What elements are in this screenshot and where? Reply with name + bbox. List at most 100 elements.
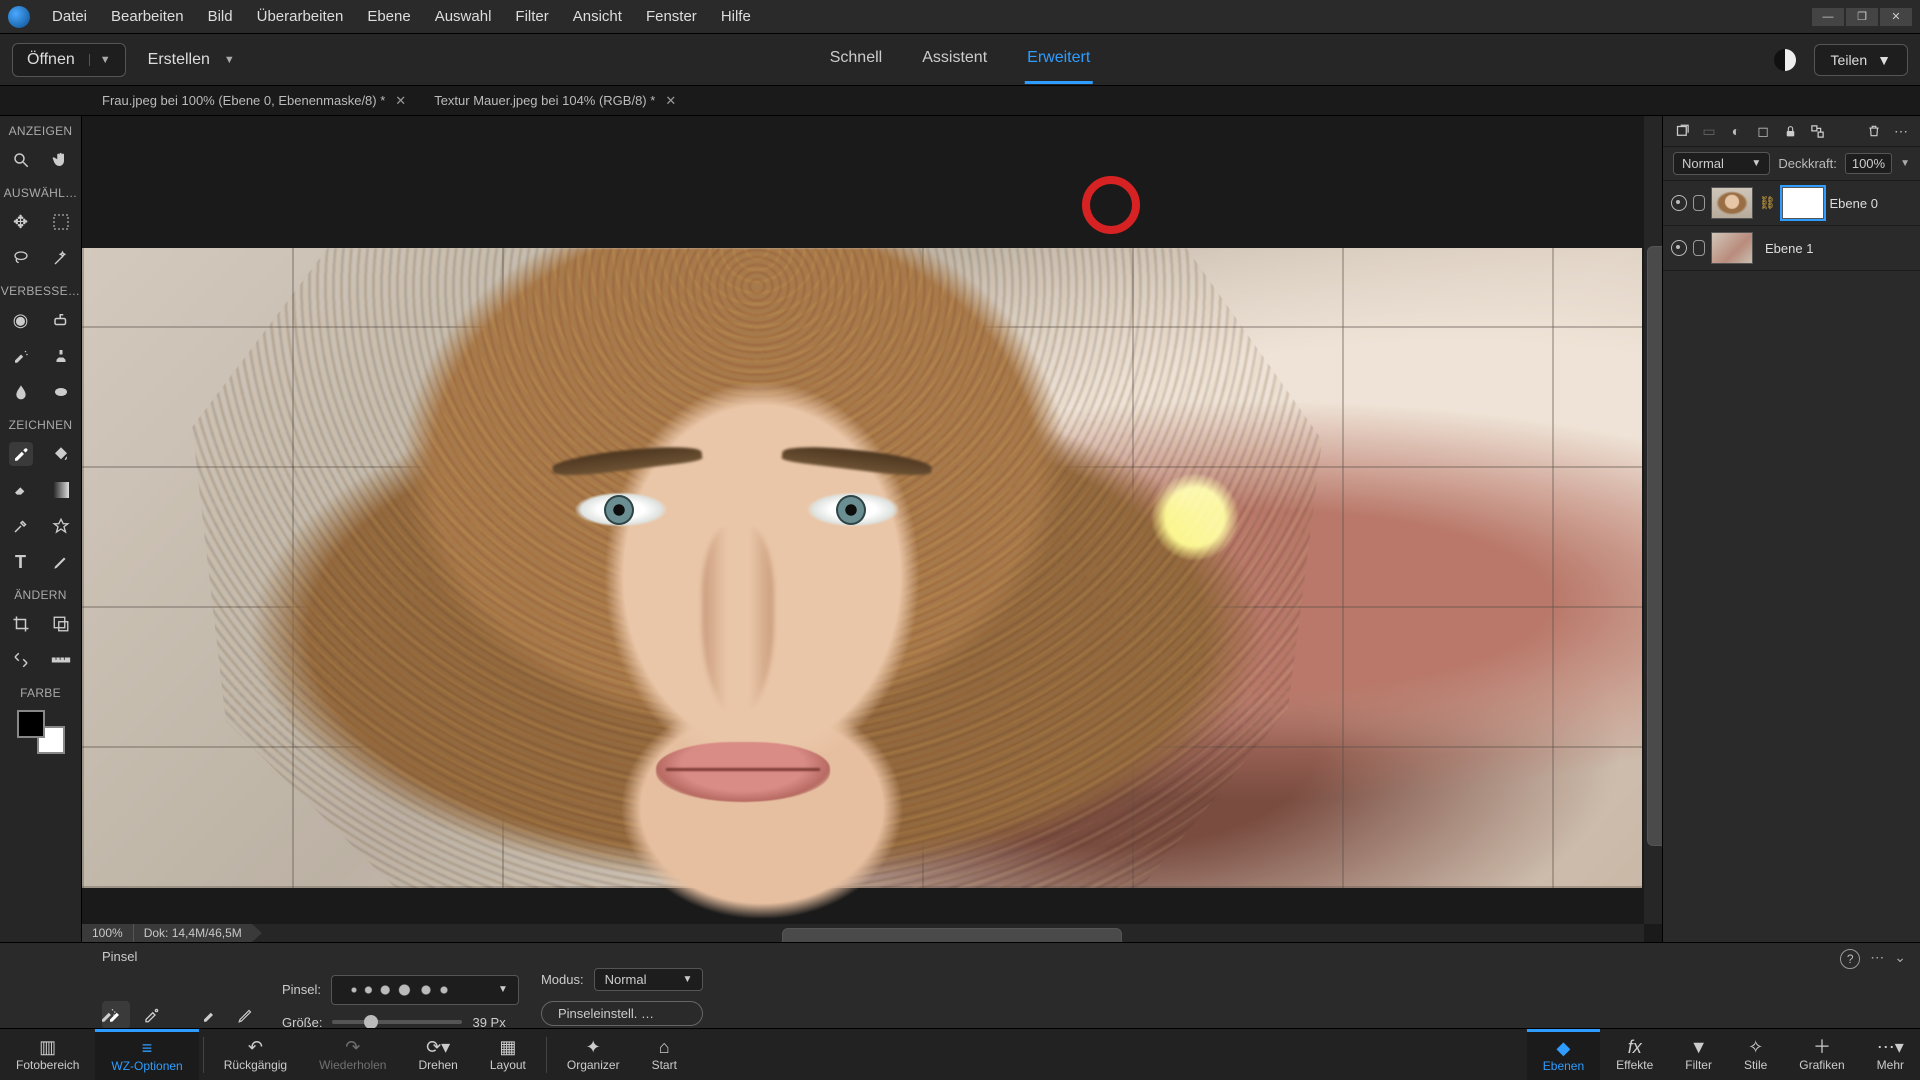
magic-wand-tool-icon[interactable] — [49, 246, 73, 270]
collapse-icon[interactable]: ⌄ — [1894, 949, 1906, 969]
brush-mode-select[interactable]: Normal▼ — [594, 968, 704, 991]
menu-ueberarbeiten[interactable]: Überarbeiten — [247, 4, 354, 29]
tab-quick[interactable]: Schnell — [828, 35, 884, 84]
filter-panel-button[interactable]: ▼Filter — [1669, 1029, 1728, 1080]
crop-tool-icon[interactable] — [9, 612, 33, 636]
mask-link-icon[interactable]: ⛓ — [1759, 195, 1776, 211]
paint-bucket-tool-icon[interactable] — [49, 442, 73, 466]
horizontal-scrollbar[interactable]: 100% Dok: 14,4M/46,5M — [82, 924, 1644, 942]
window-close-button[interactable]: ✕ — [1880, 8, 1912, 26]
window-maximize-button[interactable]: ❐ — [1846, 8, 1878, 26]
share-button[interactable]: Teilen ▼ — [1814, 44, 1908, 76]
content-aware-move-tool-icon[interactable] — [9, 648, 33, 672]
pencil-variant-icon[interactable] — [232, 1001, 260, 1029]
document-tab[interactable]: Textur Mauer.jpeg bei 104% (RGB/8) * ✕ — [420, 86, 690, 115]
menu-ansicht[interactable]: Ansicht — [563, 4, 632, 29]
start-button[interactable]: ⌂Start — [636, 1029, 693, 1080]
menu-hilfe[interactable]: Hilfe — [711, 4, 761, 29]
eyedropper-tool-icon[interactable] — [9, 514, 33, 538]
color-swatch[interactable] — [17, 710, 65, 754]
close-icon[interactable]: ✕ — [665, 93, 676, 109]
vertical-scrollbar[interactable] — [1644, 116, 1662, 924]
layer-thumbnail[interactable] — [1711, 232, 1753, 264]
pencil-tool-icon[interactable] — [49, 550, 73, 574]
menu-bearbeiten[interactable]: Bearbeiten — [101, 4, 194, 29]
slider-knob[interactable] — [364, 1015, 378, 1029]
color-replace-brush-icon[interactable] — [196, 1001, 224, 1029]
layer-group-icon[interactable]: ▭ — [1700, 122, 1718, 140]
smart-brush-tool-icon[interactable] — [9, 344, 33, 368]
sponge-tool-icon[interactable] — [49, 380, 73, 404]
organizer-button[interactable]: ✦Organizer — [551, 1029, 636, 1080]
panel-menu-icon[interactable]: ⋯ — [1892, 122, 1910, 140]
layer-link-icon[interactable] — [1693, 240, 1705, 256]
new-layer-icon[interactable] — [1673, 122, 1691, 140]
effects-panel-button[interactable]: fxEffekte — [1600, 1029, 1669, 1080]
chevron-down-icon[interactable]: ▼ — [89, 54, 111, 66]
lasso-tool-icon[interactable] — [9, 246, 33, 270]
layer-row[interactable]: ⛓ Ebene 0 — [1663, 181, 1920, 226]
rotate-button[interactable]: ⟳▾Drehen — [402, 1029, 473, 1080]
layer-thumbnail[interactable] — [1711, 187, 1753, 219]
brush-settings-button[interactable]: Pinseleinstell. … — [541, 1001, 703, 1026]
theme-toggle-icon[interactable] — [1774, 49, 1796, 71]
spot-heal-tool-icon[interactable] — [49, 308, 73, 332]
clone-stamp-tool-icon[interactable] — [49, 344, 73, 368]
layer-visibility-icon[interactable] — [1671, 240, 1687, 256]
more-panels-button[interactable]: ⋯▾Mehr — [1861, 1029, 1920, 1080]
straighten-tool-icon[interactable] — [49, 648, 73, 672]
layer-row[interactable]: Ebene 1 — [1663, 226, 1920, 271]
photobin-button[interactable]: ▥Fotobereich — [0, 1029, 95, 1080]
chevron-down-icon[interactable]: ▼ — [1900, 158, 1910, 169]
styles-panel-button[interactable]: ✧Stile — [1728, 1029, 1783, 1080]
layer-name[interactable]: Ebene 1 — [1765, 241, 1813, 256]
menu-bild[interactable]: Bild — [198, 4, 243, 29]
eraser-tool-icon[interactable] — [9, 478, 33, 502]
zoom-level[interactable]: 100% — [82, 924, 134, 942]
menu-datei[interactable]: Datei — [42, 4, 97, 29]
marquee-tool-icon[interactable] — [49, 210, 73, 234]
open-button[interactable]: Öffnen ▼ — [12, 43, 126, 77]
gradient-tool-icon[interactable] — [49, 478, 73, 502]
menu-filter[interactable]: Filter — [505, 4, 558, 29]
lock-layer-icon[interactable] — [1781, 122, 1799, 140]
impressionist-brush-icon[interactable] — [138, 1001, 166, 1029]
tab-assistant[interactable]: Assistent — [920, 35, 989, 84]
layer-name[interactable]: Ebene 0 — [1830, 196, 1878, 211]
tab-expert[interactable]: Erweitert — [1025, 35, 1092, 84]
menu-ebene[interactable]: Ebene — [357, 4, 420, 29]
text-tool-icon[interactable]: T — [9, 550, 33, 574]
move-tool-icon[interactable]: ✥ — [9, 210, 33, 234]
window-minimize-button[interactable]: — — [1812, 8, 1844, 26]
opacity-value[interactable]: 100% — [1845, 153, 1892, 174]
blur-tool-icon[interactable] — [9, 380, 33, 404]
airbrush-toggle-icon[interactable] — [94, 1001, 122, 1029]
create-button[interactable]: Erstellen ▼ — [148, 51, 235, 69]
recompose-tool-icon[interactable] — [49, 612, 73, 636]
delete-layer-icon[interactable] — [1865, 122, 1883, 140]
layer-mask-icon[interactable]: ◻ — [1754, 122, 1772, 140]
layer-link-icon[interactable] — [1693, 195, 1705, 211]
tool-options-button[interactable]: ≡WZ-Optionen — [95, 1029, 198, 1080]
scrollbar-thumb[interactable] — [1647, 246, 1662, 846]
layer-mask-thumbnail[interactable] — [1782, 187, 1824, 219]
scrollbar-thumb[interactable] — [782, 928, 1122, 942]
zoom-tool-icon[interactable] — [9, 148, 33, 172]
shape-tool-icon[interactable] — [49, 514, 73, 538]
canvas[interactable] — [82, 248, 1642, 888]
layer-visibility-icon[interactable] — [1671, 195, 1687, 211]
help-icon[interactable]: ? — [1840, 949, 1860, 969]
graphics-panel-button[interactable]: ＋Grafiken — [1783, 1029, 1860, 1080]
document-tab[interactable]: Frau.jpeg bei 100% (Ebene 0, Ebenenmaske… — [88, 86, 420, 115]
menu-fenster[interactable]: Fenster — [636, 4, 707, 29]
redeye-tool-icon[interactable]: ◉ — [9, 308, 33, 332]
adjustment-layer-icon[interactable]: ◐ — [1727, 122, 1745, 140]
brush-preset-select[interactable]: ▼ — [331, 975, 519, 1005]
undo-button[interactable]: ↶Rückgängig — [208, 1029, 303, 1080]
menu-auswahl[interactable]: Auswahl — [425, 4, 502, 29]
brush-tool-icon[interactable] — [9, 442, 33, 466]
redo-button[interactable]: ↷Wiederholen — [303, 1029, 402, 1080]
panel-menu-icon[interactable]: ⋯ — [1870, 949, 1884, 969]
close-icon[interactable]: ✕ — [395, 93, 406, 109]
hand-tool-icon[interactable] — [49, 148, 73, 172]
